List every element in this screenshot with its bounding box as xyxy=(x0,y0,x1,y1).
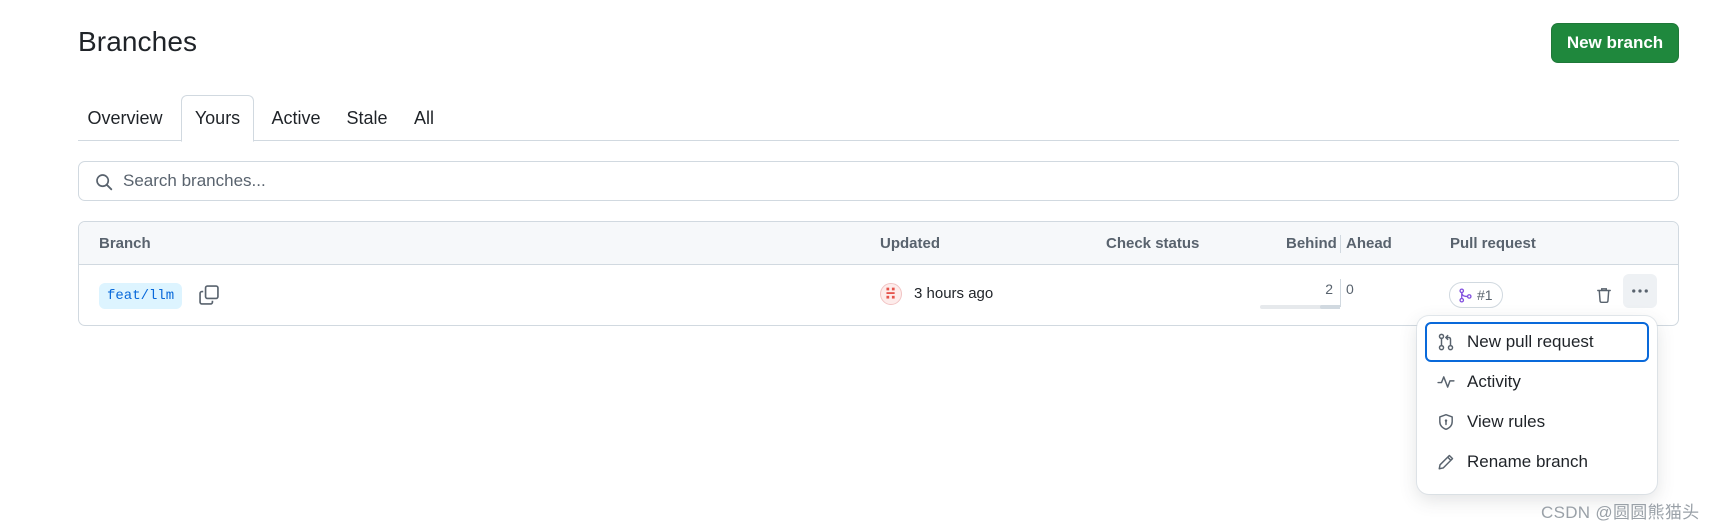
branch-name-link[interactable]: feat/llm xyxy=(99,283,183,309)
tab-all[interactable]: All xyxy=(405,95,443,141)
pencil-icon xyxy=(1438,454,1454,470)
tab-stale[interactable]: Stale xyxy=(338,95,396,141)
behind-bar xyxy=(1260,305,1340,309)
shield-icon xyxy=(1439,413,1453,431)
column-behind: Behind xyxy=(1286,235,1337,252)
column-ahead: Ahead xyxy=(1346,235,1392,252)
menu-item-rename-branch[interactable]: Rename branch xyxy=(1425,442,1649,482)
git-pull-request-icon xyxy=(1438,333,1454,351)
page-title: Branches xyxy=(78,26,198,57)
kebab-horizontal-icon xyxy=(1632,289,1648,293)
tab-active[interactable]: Active xyxy=(263,95,329,141)
behind-ahead-divider xyxy=(1340,235,1341,253)
table-header: Branch Updated Check status Behind Ahead… xyxy=(79,222,1678,265)
menu-item-label: Activity xyxy=(1467,372,1521,391)
pulse-icon xyxy=(1437,376,1455,388)
tab-yours[interactable]: Yours xyxy=(181,95,254,142)
tab-overview[interactable]: Overview xyxy=(78,95,172,141)
new-branch-button[interactable]: New branch xyxy=(1551,23,1679,63)
updated-time: 3 hours ago xyxy=(914,285,994,302)
ahead-behind-divider xyxy=(1340,279,1341,307)
git-merge-icon xyxy=(1459,287,1472,303)
column-updated: Updated xyxy=(880,235,940,252)
menu-item-view-rules[interactable]: View rules xyxy=(1425,402,1649,442)
branch-actions-menu: New pull request Activity View rules Ren… xyxy=(1417,316,1657,494)
column-branch: Branch xyxy=(99,235,151,252)
behind-count: 2 xyxy=(1325,281,1333,297)
watermark: CSDN @圆圆熊猫头 xyxy=(1541,503,1700,522)
behind-bar-fill xyxy=(1320,305,1340,309)
avatar[interactable] xyxy=(880,283,902,305)
pull-request-number: #1 xyxy=(1477,287,1493,303)
copy-icon[interactable] xyxy=(198,284,220,306)
avatar-identicon xyxy=(886,287,895,299)
search-input[interactable] xyxy=(123,162,1663,200)
delete-branch-button[interactable] xyxy=(1589,280,1619,310)
ahead-count: 0 xyxy=(1346,281,1354,297)
menu-item-activity[interactable]: Activity xyxy=(1425,362,1649,402)
menu-item-label: View rules xyxy=(1467,412,1546,431)
menu-item-label: New pull request xyxy=(1467,332,1594,351)
menu-item-new-pull-request[interactable]: New pull request xyxy=(1425,322,1649,362)
column-pull-request: Pull request xyxy=(1450,235,1536,252)
search-box[interactable] xyxy=(78,161,1679,201)
branch-tabs: Overview Yours Active Stale All xyxy=(78,95,1679,142)
branches-table: Branch Updated Check status Behind Ahead… xyxy=(78,221,1679,326)
column-check-status: Check status xyxy=(1106,235,1200,252)
menu-item-label: Rename branch xyxy=(1467,452,1588,471)
pull-request-badge[interactable]: #1 xyxy=(1449,282,1503,308)
more-options-button[interactable] xyxy=(1623,274,1657,308)
trash-icon xyxy=(1597,288,1611,304)
search-icon xyxy=(96,174,113,191)
